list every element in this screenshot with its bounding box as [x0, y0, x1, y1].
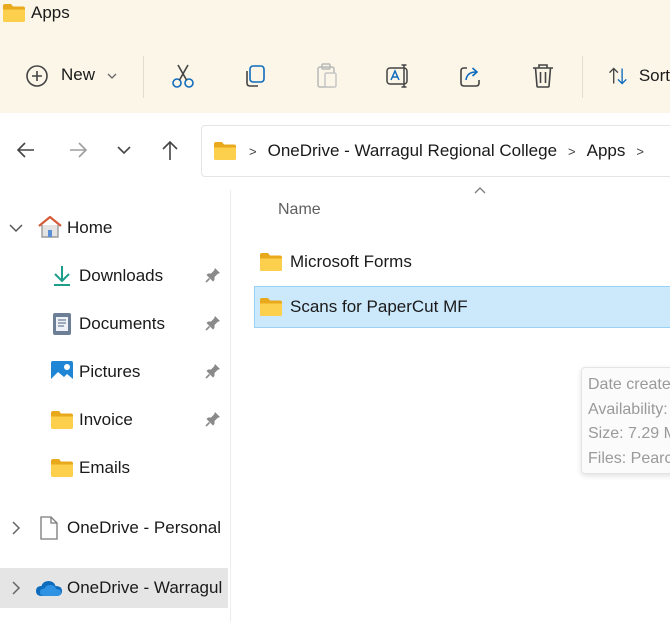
ribbon-separator [143, 56, 144, 98]
up-button[interactable] [155, 135, 185, 165]
nav-item-label: Home [67, 218, 113, 237]
file-row-scans-for-papercut[interactable]: Scans for PaperCut MF [254, 286, 670, 328]
breadcrumb-chevron[interactable]: > [568, 144, 576, 159]
folder-info-tooltip: Date created: Availability: Size: 7.29 M… [581, 367, 670, 474]
tooltip-date-created: Date created: [588, 376, 670, 393]
scissors-icon [172, 64, 194, 88]
sort-ascending-caret-icon [474, 187, 486, 194]
home-icon [38, 215, 62, 238]
back-button[interactable] [11, 135, 41, 165]
download-arrow-icon [54, 266, 70, 286]
nav-item-documents[interactable]: Documents [0, 304, 228, 344]
nav-item-label: OneDrive - Personal [67, 518, 222, 537]
chevron-right-icon[interactable] [11, 581, 21, 595]
folder-icon [213, 141, 237, 161]
folder-icon [259, 252, 283, 272]
tooltip-availability: Availability: [588, 400, 668, 418]
paste-icon [317, 63, 337, 88]
nav-item-label: Documents [79, 314, 165, 333]
navigation-pane: Home Downloads Documents Pictures Invoic… [0, 190, 230, 622]
address-bar[interactable]: > OneDrive - Warragul Regional College >… [201, 125, 670, 177]
pane-divider[interactable] [230, 190, 231, 622]
nav-item-downloads[interactable]: Downloads [0, 256, 228, 296]
copy-icon [246, 65, 265, 87]
ribbon-separator [582, 56, 583, 98]
nav-item-invoice[interactable]: Invoice [0, 400, 228, 440]
navigation-bar: > OneDrive - Warragul Regional College >… [0, 123, 670, 181]
window-title: Apps [31, 3, 70, 22]
tooltip-files: Files: Pearce [588, 449, 670, 467]
sort-arrows-icon [609, 67, 627, 85]
pin-icon[interactable] [205, 315, 221, 331]
file-row-microsoft-forms[interactable]: Microsoft Forms [254, 241, 670, 283]
nav-item-onedrive-personal[interactable]: OneDrive - Personal [0, 508, 228, 548]
arrow-up-icon [162, 140, 178, 160]
rename-icon [386, 64, 408, 88]
breadcrumb-chevron[interactable]: > [249, 144, 257, 159]
delete-button[interactable] [523, 48, 563, 104]
file-icon [40, 516, 58, 540]
pin-icon[interactable] [205, 363, 221, 379]
nav-item-onedrive-warragul[interactable]: OneDrive - Warragul Regional College [0, 568, 228, 608]
plus-circle-icon [26, 65, 48, 87]
cut-button[interactable] [163, 48, 203, 104]
share-button[interactable] [451, 48, 491, 104]
pin-icon[interactable] [205, 411, 221, 427]
share-icon [460, 67, 480, 87]
trash-icon [533, 64, 553, 88]
new-button-label: New [61, 65, 96, 84]
breadcrumb-apps[interactable]: Apps [587, 141, 626, 161]
chevron-down-icon[interactable] [9, 223, 23, 233]
folder-icon [50, 410, 74, 430]
folder-icon [259, 297, 283, 317]
pin-icon[interactable] [205, 267, 221, 283]
sort-button-label: Sort [638, 66, 670, 85]
paste-button[interactable] [307, 48, 347, 104]
sort-button[interactable]: Sort [600, 48, 670, 104]
file-row-name: Microsoft Forms [290, 252, 412, 271]
document-icon [53, 313, 71, 335]
file-row-name: Scans for PaperCut MF [290, 297, 468, 316]
nav-item-pictures[interactable]: Pictures [0, 352, 228, 392]
chevron-down-icon [117, 146, 131, 155]
recent-locations-button[interactable] [109, 135, 139, 165]
nav-item-label: Invoice [79, 410, 133, 429]
breadcrumb-chevron[interactable]: > [636, 144, 644, 159]
arrow-left-icon [16, 142, 34, 158]
chevron-right-icon[interactable] [11, 521, 21, 535]
arrow-right-icon [70, 142, 88, 158]
folder-icon [2, 3, 26, 23]
folder-icon [50, 458, 74, 478]
nav-item-label: Pictures [79, 362, 141, 381]
nav-item-label: Downloads [79, 266, 164, 285]
nav-item-emails[interactable]: Emails [0, 448, 228, 488]
copy-button[interactable] [235, 48, 275, 104]
command-chrome: Apps New Sort [0, 0, 670, 113]
nav-item-label: Emails [79, 458, 131, 477]
onedrive-cloud-icon [36, 581, 62, 596]
picture-icon [51, 361, 73, 383]
column-header-name[interactable]: Name [278, 201, 321, 219]
ribbon-toolbar: New Sort [0, 48, 670, 104]
chevron-down-icon [107, 73, 117, 79]
nav-item-label: OneDrive - Warragul Regional College [67, 578, 228, 597]
nav-item-home[interactable]: Home [0, 208, 228, 248]
tooltip-size: Size: 7.29 MB [588, 425, 670, 442]
forward-button[interactable] [63, 135, 93, 165]
breadcrumb-onedrive[interactable]: OneDrive - Warragul Regional College [268, 141, 557, 161]
new-button[interactable]: New [14, 48, 126, 104]
rename-button[interactable] [379, 48, 419, 104]
